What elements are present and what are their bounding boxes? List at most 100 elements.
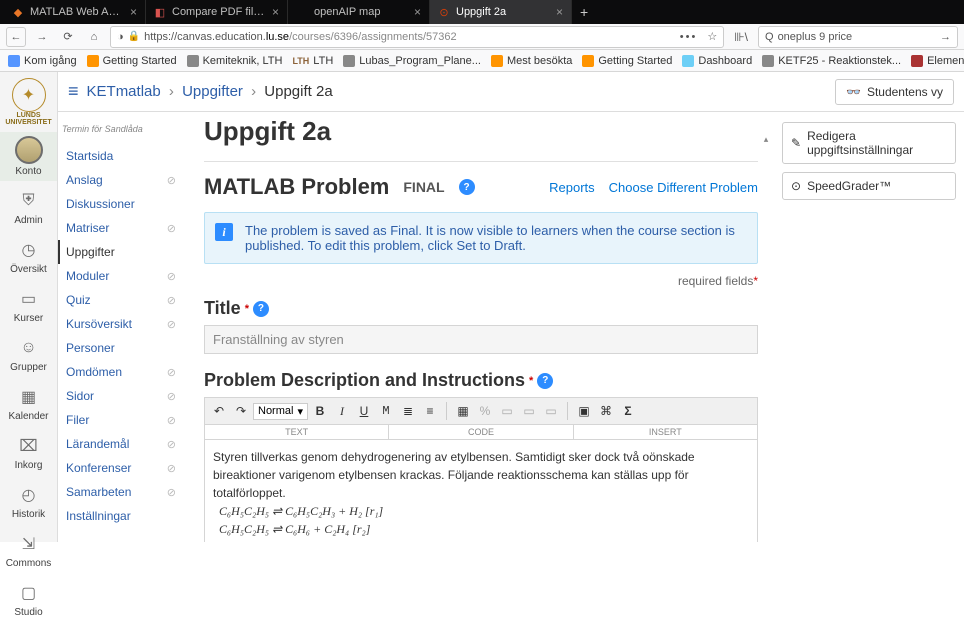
help-icon[interactable]: ? — [537, 373, 553, 389]
coursenav-item[interactable]: Personer — [62, 336, 180, 360]
code-button[interactable]: ▦ — [453, 401, 473, 421]
bookmark-item[interactable]: Elements of Chemical ... — [909, 55, 964, 67]
nav-calendar[interactable]: ▦Kalender — [0, 381, 57, 426]
rte-body[interactable]: Styren tillverkas genom dehydrogenering … — [204, 440, 758, 542]
coursenav-item[interactable]: Omdömen⊘ — [62, 360, 180, 384]
image-button[interactable]: ▣ — [574, 401, 594, 421]
student-view-button[interactable]: 👓 Studentens vy — [835, 79, 954, 105]
help-icon[interactable]: ? — [459, 179, 475, 195]
page-actions-icon[interactable]: ••• — [680, 31, 698, 43]
coursenav-item[interactable]: Matriser ⊘ — [62, 216, 180, 240]
nav-label: Admin — [14, 215, 42, 226]
browser-tab-strip: ◆ MATLAB Web Apps × ◧ Compare PDF files … — [0, 0, 964, 24]
bookmark-star-icon[interactable]: ☆ — [707, 30, 717, 43]
nav-courses[interactable]: ▭Kurser — [0, 283, 57, 328]
underline-button[interactable]: U — [354, 401, 374, 421]
institution-logo[interactable]: ✦ LUNDS UNIVERSITET — [0, 76, 57, 128]
coursenav-label: Samarbeten — [66, 485, 131, 499]
nav-groups[interactable]: ☺Grupper — [0, 332, 57, 377]
coursenav-item[interactable]: Lärandemål⊘ — [62, 432, 180, 456]
nav-commons[interactable]: ⇲Commons — [0, 528, 57, 573]
bookmark-item[interactable]: Kemiteknik, LTH — [185, 55, 285, 67]
browser-tab[interactable]: ◧ Compare PDF files - 100% Free × — [146, 0, 288, 24]
reports-link[interactable]: Reports — [549, 180, 595, 195]
italic-button[interactable]: I — [332, 401, 352, 421]
coursenav-item[interactable]: Moduler⊘ — [62, 264, 180, 288]
nav-account[interactable]: Konto — [0, 132, 57, 181]
bookmark-item[interactable]: KETF25 - Reaktionstek... — [760, 55, 903, 67]
coursenav-item[interactable]: Startsida — [62, 144, 180, 168]
coursenav-item[interactable]: Quiz⊘ — [62, 288, 180, 312]
coursenav-label: Konferenser — [66, 461, 131, 475]
bookmark-item[interactable]: Lubas_Program_Plane... — [341, 55, 483, 67]
coursenav-item[interactable]: Inställningar — [62, 504, 180, 528]
browser-tab-active[interactable]: ⊙ Uppgift 2a × — [430, 0, 572, 24]
link-button[interactable]: ⌘ — [596, 401, 616, 421]
bold-button[interactable]: B — [310, 401, 330, 421]
redo-button[interactable]: ↷ — [231, 401, 251, 421]
equation-button[interactable]: Σ — [618, 401, 638, 421]
mono-button[interactable]: M — [376, 401, 396, 421]
coursenav-item[interactable]: Kursöversikt⊘ — [62, 312, 180, 336]
close-icon[interactable]: × — [130, 5, 137, 19]
book-icon — [911, 55, 923, 67]
breadcrumb-mid[interactable]: Uppgifter — [182, 83, 243, 100]
body-paragraph: Styren tillverkas genom dehydrogenering … — [213, 448, 749, 502]
coursenav-item[interactable]: Diskussioner — [62, 192, 180, 216]
undo-button[interactable]: ↶ — [209, 401, 229, 421]
nav-inbox[interactable]: ⌧Inkorg — [0, 430, 57, 475]
bookmark-item[interactable]: Dashboard — [680, 55, 754, 67]
new-tab-button[interactable]: + — [572, 0, 596, 24]
close-icon[interactable]: × — [556, 5, 563, 19]
matlab-embed: MATLAB Problem FINAL ? Reports Choose Di… — [204, 161, 758, 542]
coursenav-item[interactable]: Anslag⊘ — [62, 168, 180, 192]
forward-button[interactable]: → — [32, 27, 52, 47]
bookmark-item[interactable]: Mest besökta — [489, 55, 574, 67]
hidden-eye-icon: ⊘ — [167, 222, 176, 235]
close-icon[interactable]: × — [272, 5, 279, 19]
nav-label: Historik — [12, 509, 45, 520]
format-select[interactable]: Normal▾ — [253, 403, 308, 420]
bookmark-item[interactable]: Kom igång — [6, 55, 79, 67]
back-button[interactable]: ← — [6, 27, 26, 47]
browser-tab[interactable]: openAIP map × — [288, 0, 430, 24]
course-nav: Termin för Sandlåda StartsidaAnslag⊘Disk… — [58, 112, 188, 542]
library-icon[interactable]: ⊪\ — [730, 30, 752, 44]
help-icon[interactable]: ? — [253, 301, 269, 317]
nav-admin[interactable]: ⛨Admin — [0, 185, 57, 230]
reload-button[interactable]: ⟳ — [58, 27, 78, 47]
title-input[interactable] — [204, 325, 758, 354]
bookmark-item[interactable]: LTHLTH — [290, 55, 335, 67]
bookmark-item[interactable]: Getting Started — [580, 55, 674, 67]
coursenav-item[interactable]: Samarbeten⊘ — [62, 480, 180, 504]
nav-dashboard[interactable]: ◷Översikt — [0, 234, 57, 279]
browser-tab[interactable]: ◆ MATLAB Web Apps × — [4, 0, 146, 24]
coursenav-item[interactable]: Uppgifter — [58, 240, 180, 264]
browser-navbar: ← → ⟳ ⌂ ◑ 🔒 https://canvas.education.lu.… — [0, 24, 964, 50]
menu-icon[interactable]: ≡ — [68, 81, 79, 102]
nav-label: Kalender — [8, 411, 48, 422]
close-icon[interactable]: × — [414, 5, 421, 19]
breadcrumb-root[interactable]: KETmatlab — [87, 83, 161, 100]
speedgrader-button[interactable]: ⊙ SpeedGrader™ — [782, 172, 956, 200]
coursenav-label: Matriser — [66, 221, 109, 235]
coursenav-item[interactable]: Sidor⊘ — [62, 384, 180, 408]
disabled-button: ▭ — [497, 401, 517, 421]
screen-icon: ▢ — [17, 581, 41, 605]
coursenav-item[interactable]: Konferenser⊘ — [62, 456, 180, 480]
code-block-button[interactable]: % — [475, 401, 495, 421]
scroll-up-icon[interactable]: ▴ — [760, 134, 772, 146]
bookmark-item[interactable]: Getting Started — [85, 55, 179, 67]
home-button[interactable]: ⌂ — [84, 27, 104, 47]
nav-studio[interactable]: ▢Studio — [0, 577, 57, 622]
number-list-button[interactable]: ≡ — [420, 401, 440, 421]
edit-settings-button[interactable]: ✎ Redigera uppgiftsinställningar — [782, 122, 956, 164]
choose-problem-link[interactable]: Choose Different Problem — [609, 180, 758, 195]
search-bar[interactable]: Q oneplus 9 price → — [758, 26, 958, 48]
nav-history[interactable]: ◴Historik — [0, 479, 57, 524]
go-icon[interactable]: → — [940, 31, 951, 43]
coursenav-item[interactable]: Filer⊘ — [62, 408, 180, 432]
bullet-list-button[interactable]: ≣ — [398, 401, 418, 421]
url-bar[interactable]: ◑ 🔒 https://canvas.education.lu.se/cours… — [110, 26, 724, 48]
hidden-eye-icon: ⊘ — [167, 174, 176, 187]
